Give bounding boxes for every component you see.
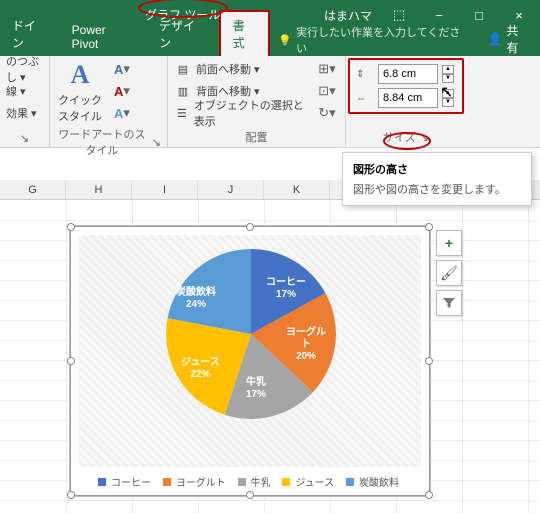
maximize-button[interactable]: □ [466, 8, 492, 23]
quick-style-label: クイック スタイル [58, 92, 102, 124]
send-backward-icon: ▥ [174, 83, 192, 99]
col-header[interactable]: H [66, 180, 132, 199]
bring-forward-button[interactable]: ▤前面へ移動 ▾ [174, 58, 309, 80]
arrange-group-label: 配置 [174, 129, 339, 147]
lightbulb-icon: 💡 [278, 34, 292, 47]
chart-object[interactable]: コーヒー 17% ヨーグル ト 20% 牛乳 17% ジュース 22% 炭酸飲料… [70, 226, 430, 496]
share-button[interactable]: 👤 共有 [477, 22, 540, 56]
width-spinner[interactable]: ▲▼ [442, 89, 454, 107]
height-icon: ⇕ [356, 69, 374, 80]
close-button[interactable]: × [506, 8, 532, 23]
selection-pane-button[interactable]: ☰オブジェクトの選択と表示 [174, 102, 309, 124]
tab-format[interactable]: 書式 [219, 10, 271, 56]
tell-me-placeholder: 実行したい作業を入力してください [296, 24, 469, 56]
wordart-group-label: ワードアートのスタイル [56, 126, 148, 158]
text-outline-button[interactable]: A▾ [110, 80, 134, 102]
shape-effects-button[interactable]: 効果 ▾ [6, 102, 37, 124]
share-label: 共有 [506, 22, 530, 56]
wordart-a-icon: A [71, 60, 90, 90]
tooltip-title: 図形の高さ [353, 161, 521, 177]
tab-addin[interactable]: ドイン [0, 12, 60, 56]
label-coffee: コーヒー 17% [266, 277, 306, 301]
bring-forward-icon: ▤ [174, 61, 192, 77]
tooltip-shape-height: 図形の高さ 図形や図の高さを変更します。 [342, 152, 532, 206]
width-icon: ⇔ [356, 93, 374, 104]
tooltip-body: 図形や図の高さを変更します。 [353, 181, 521, 197]
height-spinner[interactable]: ▲▼ [442, 65, 454, 83]
chart-elements-button[interactable]: + [436, 230, 462, 256]
text-effects-button[interactable]: A▾ [110, 102, 134, 124]
tab-powerpivot[interactable]: Power Pivot [60, 18, 147, 56]
shape-outline-button[interactable]: 線 ▾ [6, 80, 26, 102]
label-soda: 炭酸飲料 24% [176, 287, 216, 311]
size-group-label: サイズ [383, 129, 416, 145]
shape-height-input[interactable] [378, 64, 438, 84]
ribbon-options-icon[interactable]: ⬚ [386, 7, 412, 23]
align-button[interactable]: ⊞▾ [315, 58, 339, 80]
group-button[interactable]: ⊡▾ [315, 80, 339, 102]
selection-pane-icon: ☰ [174, 105, 190, 121]
label-juice: ジュース 22% [181, 357, 220, 381]
launcher-icon[interactable]: ↘ [6, 132, 43, 147]
text-fill-button[interactable]: A▾ [110, 58, 134, 80]
label-milk: 牛乳 17% [246, 377, 266, 401]
size-launcher-icon[interactable]: ↘ [420, 131, 429, 144]
label-yogurt: ヨーグル ト 20% [286, 327, 326, 363]
chart-styles-button[interactable]: 🖌 [436, 260, 462, 286]
wordart-launcher-icon[interactable]: ↘ [152, 136, 161, 149]
col-header[interactable]: K [264, 180, 330, 199]
col-header[interactable]: G [0, 180, 66, 199]
col-header[interactable]: J [198, 180, 264, 199]
quick-style-button[interactable]: A クイック スタイル [56, 58, 104, 126]
share-icon: 👤 [487, 32, 502, 46]
chart-legend[interactable]: コーヒー ヨーグルト 牛乳 ジュース 炭酸飲料 [71, 474, 429, 489]
funnel-icon [442, 296, 456, 310]
shape-fill-button[interactable]: のつぶし ▾ [6, 58, 43, 80]
chart-tools-label: グラフ ツール [145, 6, 220, 23]
tell-me-box[interactable]: 💡 実行したい作業を入力してください [270, 24, 477, 56]
minimize-button[interactable]: − [426, 8, 452, 23]
chart-filter-button[interactable] [436, 290, 462, 316]
rotate-button[interactable]: ↻▾ [315, 102, 339, 124]
col-header[interactable]: I [132, 180, 198, 199]
user-name: はまハマ [324, 7, 372, 24]
cell-grid[interactable]: コーヒー 17% ヨーグル ト 20% 牛乳 17% ジュース 22% 炭酸飲料… [0, 200, 540, 513]
shape-width-input[interactable] [378, 88, 438, 108]
